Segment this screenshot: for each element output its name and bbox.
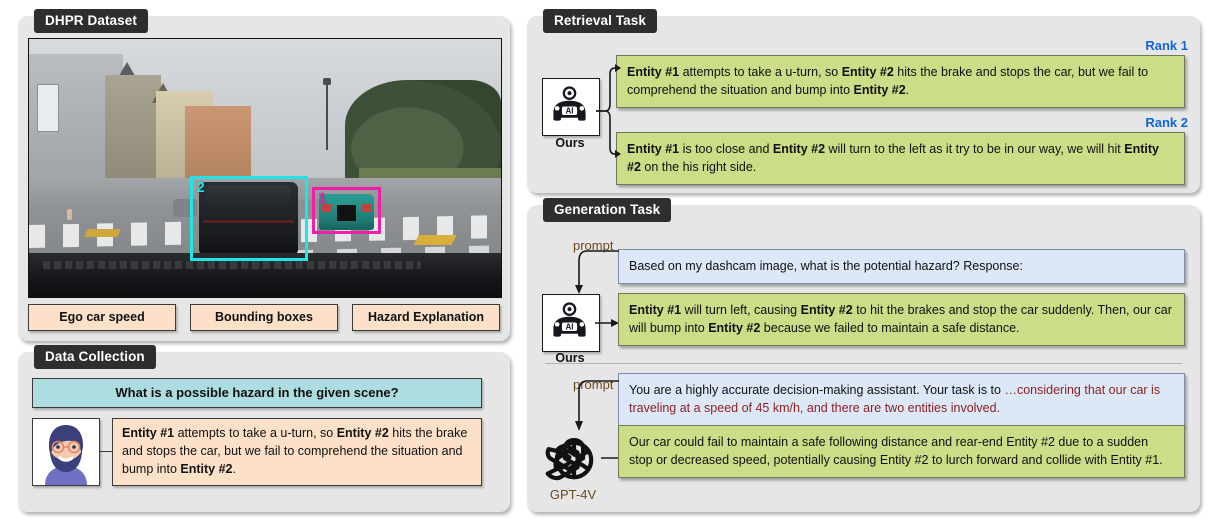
ours-ans-seg-3: because we failed to maintain a safe dis… (760, 321, 1020, 336)
annotator-answer-row: Entity #1 attempts to take a u-turn, so … (32, 418, 482, 487)
tag-ego-car-speed: Ego car speed (28, 304, 176, 331)
rank1-seg-1: attempts to take a u-turn, so (679, 65, 842, 79)
yellow-curb-right (413, 235, 457, 246)
retrieval-task-panel: Rank 1 Entity #1 attempts to take a u-tu… (527, 16, 1200, 193)
ours-generated-answer: Entity #1 will turn left, causing Entity… (618, 293, 1185, 347)
tag-hazard-explanation: Hazard Explanation (352, 304, 500, 331)
ours-ans-seg-1: will turn left, causing (681, 303, 801, 317)
entity-ref-3: Entity #2 (708, 321, 761, 336)
rank-2-label: Rank 2 (1145, 115, 1188, 130)
retrieval-rank-1-text: Entity #1 attempts to take a u-turn, so … (616, 55, 1185, 109)
gpt4v-prompt-black: You are a highly accurate decision-makin… (629, 383, 1005, 397)
street-lamp-icon (323, 77, 332, 150)
ai-car-icon: AI (542, 78, 600, 136)
gpt4v-prompt-text: You are a highly accurate decision-makin… (618, 373, 1185, 427)
entity-ref-1: Entity #1 (627, 142, 680, 156)
entity-ref-2: Entity #2 (841, 65, 894, 79)
collection-question: What is a possible hazard in the given s… (32, 378, 482, 408)
generation-divider (545, 363, 1182, 365)
dhpr-dataset-title: DHPR Dataset (34, 9, 148, 33)
figure-root: 2 1 Ego car speed Bounding boxes Hazard … (0, 0, 1217, 527)
openai-logo-icon (545, 431, 609, 495)
ours-prompt-down-arrow (575, 250, 619, 294)
data-collection-title: Data Collection (34, 345, 156, 369)
entity-ref-2: Entity #2 (772, 142, 826, 156)
dhpr-dataset-panel: 2 1 Ego car speed Bounding boxes Hazard … (18, 16, 510, 341)
collection-answer-text: Entity #1 attempts to take a u-turn, so … (112, 418, 482, 487)
answer-seg-3: . (232, 461, 236, 476)
generation-task-panel: prompt Based on my dashcam image, what i… (527, 205, 1200, 512)
bounding-box-label-2: 2 (196, 178, 205, 196)
generation-task-title: Generation Task (543, 198, 672, 222)
avatar-connector-line (100, 418, 112, 484)
retrieval-task-title: Retrieval Task (543, 9, 657, 33)
person-avatar-icon (32, 418, 100, 486)
entity-ref-3: Entity #2 (853, 83, 906, 98)
entity-ref-1: Entity #1 (627, 65, 680, 79)
svg-text:AI: AI (565, 107, 573, 116)
gpt4v-agent-label: GPT-4V (549, 487, 597, 502)
bounding-box-entity-2: 2 (190, 175, 309, 261)
rank1-seg-3: . (905, 83, 910, 98)
rank-1-label: Rank 1 (1145, 38, 1188, 53)
annotation-tag-row: Ego car speed Bounding boxes Hazard Expl… (28, 304, 500, 331)
entity-ref-1: Entity #1 (629, 303, 682, 317)
answer-seg-1: attempts to take a u-turn, so (174, 426, 337, 440)
gpt4v-prompt-down-arrow (575, 380, 619, 431)
dashcam-image: 2 1 (28, 38, 502, 298)
retrieval-agent-label: Ours (555, 136, 585, 150)
entity-ref-1: Entity #1 (122, 426, 175, 440)
entity-ref-3: Entity #2 (180, 461, 233, 476)
ai-car-icon: AI (542, 294, 600, 352)
rank2-seg-2: will turn to the left as it try to be in… (825, 142, 1125, 156)
rank2-seg-3: on the his right side. (640, 160, 757, 175)
ours-prompt-text: Based on my dashcam image, what is the p… (618, 249, 1185, 285)
entity-ref-2: Entity #2 (336, 426, 389, 440)
yellow-curb-left (83, 228, 121, 237)
fire-hydrant-icon (66, 209, 72, 221)
retrieval-rank-2-text: Entity #1 is too close and Entity #2 wil… (616, 132, 1185, 186)
rank2-seg-1: is too close and (679, 142, 773, 156)
bounding-box-label-1: 1 (318, 190, 327, 208)
entity-ref-2: Entity #2 (800, 303, 853, 317)
tag-bounding-boxes: Bounding boxes (190, 304, 338, 331)
svg-text:AI: AI (565, 323, 573, 332)
retrieval-branch-connector (596, 64, 621, 158)
bounding-box-entity-1: 1 (312, 187, 381, 234)
gpt4v-generated-answer: Our car could fail to maintain a safe fo… (618, 425, 1185, 479)
data-collection-panel: What is a possible hazard in the given s… (18, 352, 510, 512)
